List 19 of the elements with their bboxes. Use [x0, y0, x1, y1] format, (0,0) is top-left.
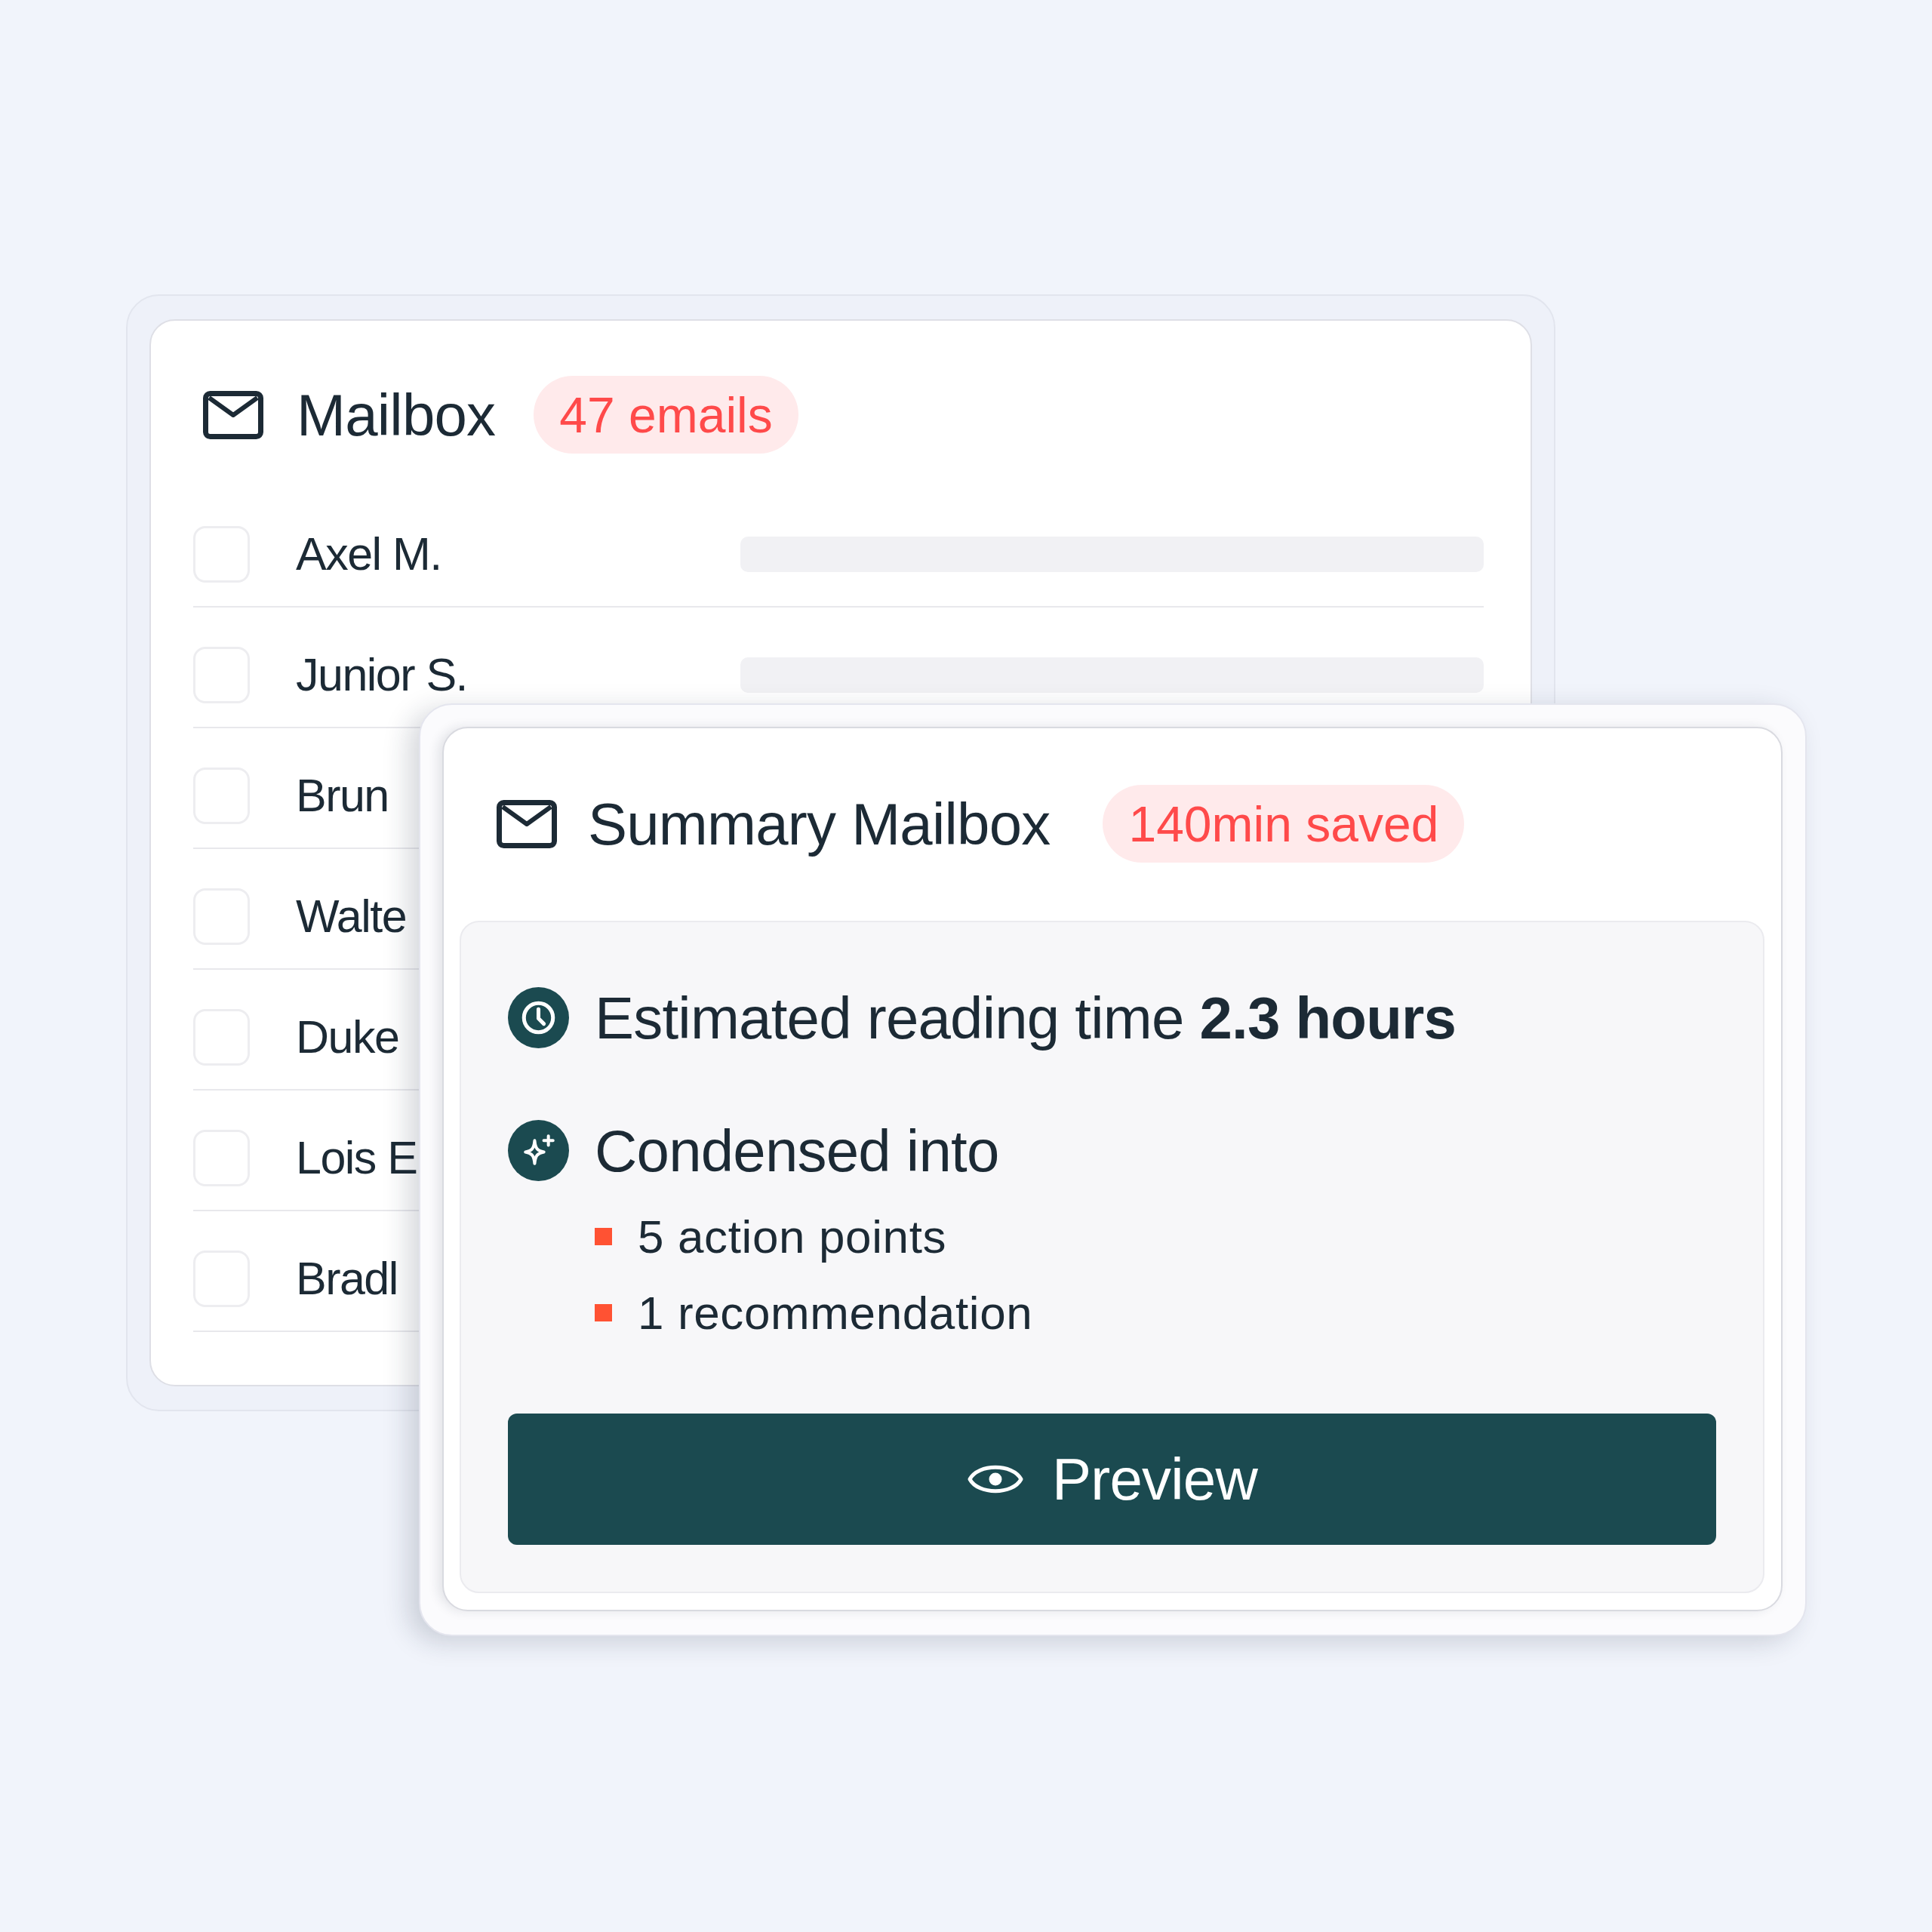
sender-name: Lois E [296, 1134, 417, 1181]
mail-icon [497, 799, 557, 848]
mail-icon [203, 390, 263, 439]
sender-name: Walte [296, 893, 407, 940]
mailbox-title: Mailbox [297, 385, 496, 445]
bullet-icon [595, 1228, 612, 1245]
preview-button[interactable]: Preview [508, 1414, 1716, 1545]
sender-name: Bradl [296, 1255, 398, 1302]
sender-name: Brun [296, 772, 389, 819]
clock-icon [508, 987, 569, 1048]
sender-name: Junior S. [296, 651, 467, 698]
sender-name: Axel M. [296, 531, 441, 577]
summary-point: 1 recommendation [638, 1289, 1033, 1337]
bullet-icon [595, 1304, 612, 1321]
email-count-badge: 47 emails [534, 376, 798, 454]
sparkle-icon [508, 1120, 569, 1181]
condensed-label: Condensed into [595, 1121, 999, 1180]
sender-name: Duke [296, 1014, 399, 1060]
time-saved-badge: 140min saved [1103, 785, 1465, 863]
